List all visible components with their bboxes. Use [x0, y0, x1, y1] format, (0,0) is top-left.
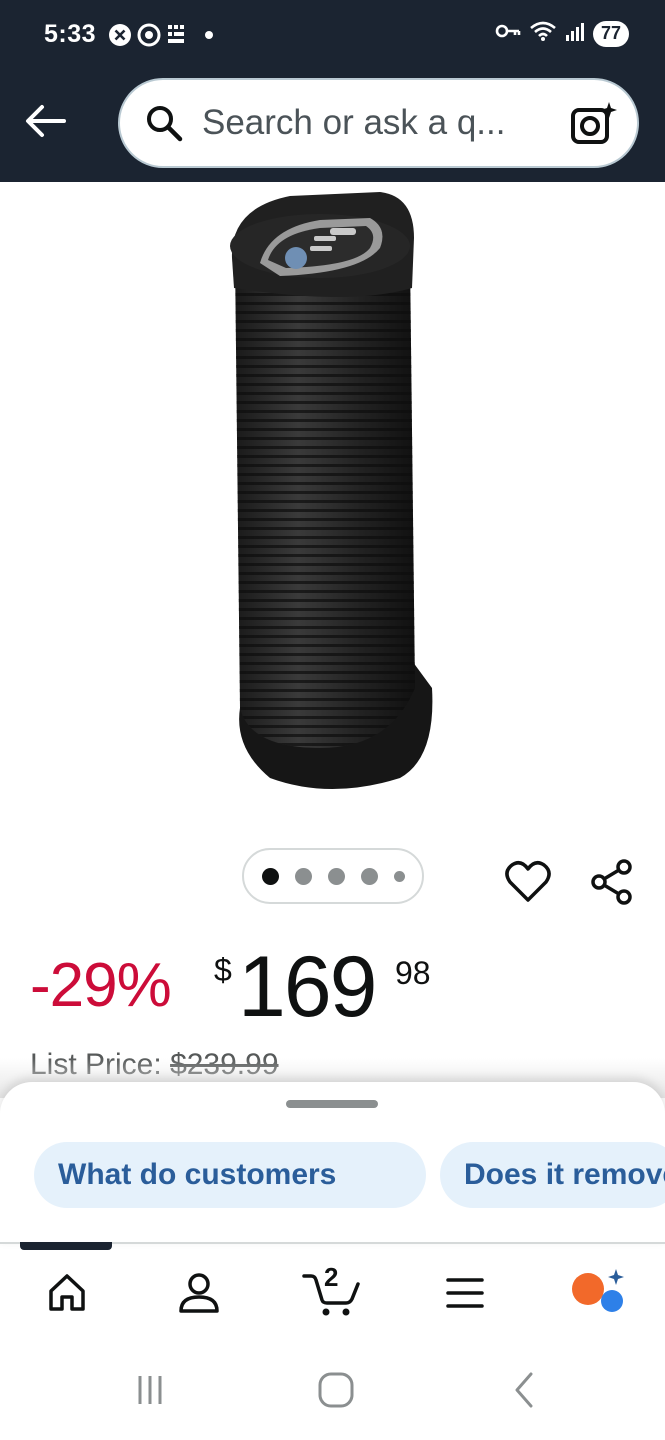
wifi-icon	[529, 20, 557, 47]
back-system-icon	[515, 1372, 533, 1408]
wishlist-heart-icon[interactable]	[504, 858, 552, 906]
price-whole: 169	[238, 939, 377, 1035]
sheet-grabber[interactable]	[286, 1100, 378, 1108]
grid-notification-icon	[166, 22, 190, 48]
battery-indicator: 77	[592, 20, 629, 47]
chrome-icon	[137, 22, 161, 48]
discount-percent: -29%	[30, 951, 172, 1020]
status-bar: 5:33 77	[0, 0, 665, 72]
price-currency: $	[214, 952, 232, 988]
recent-apps-icon	[138, 1376, 162, 1404]
suggestion-chip[interactable]: Does it remove	[440, 1142, 665, 1208]
carousel-dot[interactable]	[261, 867, 279, 885]
carousel-dot[interactable]	[360, 867, 378, 885]
search-input[interactable]: Search or ask a q...	[202, 103, 542, 143]
rufus-icon	[572, 1269, 624, 1312]
menu-icon	[446, 1278, 484, 1308]
camera-lens-icon[interactable]	[569, 100, 617, 148]
carousel-dot[interactable]	[393, 870, 405, 882]
product-image[interactable]	[210, 188, 450, 798]
home-system-icon	[318, 1372, 354, 1408]
status-time: 5:33	[44, 20, 97, 48]
carousel-dot[interactable]	[327, 867, 345, 885]
rufus-tab[interactable]	[570, 1268, 630, 1318]
price-fraction: 98	[395, 955, 431, 991]
status-icons: 77	[495, 20, 629, 47]
rufus-suggestion-sheet: What do customers Does it remove	[0, 1082, 665, 1244]
vpn-key-icon	[495, 21, 521, 46]
share-icon[interactable]	[588, 858, 636, 906]
account-tab[interactable]	[174, 1268, 224, 1318]
suggestion-chip[interactable]: What do customers	[34, 1142, 426, 1208]
home-tab[interactable]	[42, 1268, 92, 1318]
home-icon	[49, 1274, 85, 1311]
active-tab-indicator	[20, 1242, 112, 1250]
carousel-dot[interactable]	[294, 867, 312, 885]
search-icon	[144, 103, 184, 143]
menu-tab[interactable]	[440, 1268, 490, 1318]
cart-count-badge: 2	[324, 1262, 339, 1292]
recent-apps-button[interactable]	[128, 1368, 172, 1412]
back-system-button[interactable]	[502, 1368, 546, 1412]
app-header: 5:33 77 Search or ask a q...	[0, 0, 665, 182]
image-carousel-dots[interactable]	[242, 848, 424, 904]
back-button[interactable]	[22, 98, 68, 144]
search-bar[interactable]: Search or ask a q...	[118, 78, 639, 168]
signal-icon	[565, 21, 585, 46]
more-notifications-dot-icon	[204, 22, 214, 48]
home-system-button[interactable]	[314, 1368, 358, 1412]
back-arrow-icon	[26, 105, 66, 137]
notification-x-icon	[108, 22, 132, 48]
account-icon	[179, 1273, 219, 1313]
